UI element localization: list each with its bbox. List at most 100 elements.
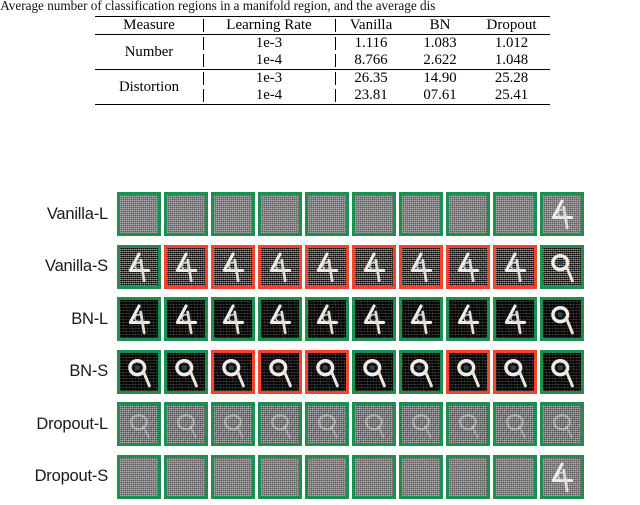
sample-cell[interactable]: [399, 454, 443, 499]
table-bottom-rule: [95, 104, 550, 105]
sample-cell[interactable]: [493, 402, 537, 447]
sample-cell[interactable]: [211, 402, 255, 447]
figure-caption: : Average number of classification regio…: [0, 0, 436, 13]
sample-cell[interactable]: [117, 244, 161, 289]
sample-cell[interactable]: [258, 192, 302, 237]
sample-image: [120, 405, 158, 444]
sample-image: [261, 405, 299, 444]
sample-cell[interactable]: [164, 297, 208, 342]
sample-cell[interactable]: [352, 244, 396, 289]
sample-image: [214, 405, 252, 444]
sample-cell[interactable]: [164, 244, 208, 289]
sample-cell[interactable]: [117, 402, 161, 447]
header-measure: Measure: [123, 17, 175, 33]
sample-cell[interactable]: [446, 454, 490, 499]
sample-image: [120, 352, 158, 391]
sample-cell[interactable]: [399, 297, 443, 342]
table-row: Distortion 1e-3 26.35 14.90 25.28: [95, 70, 550, 95]
sample-cell[interactable]: [540, 192, 584, 237]
sample-cell[interactable]: [305, 244, 349, 289]
sample-cell[interactable]: [164, 349, 208, 394]
cell-dropout: 25.28: [494, 70, 529, 86]
sample-cell[interactable]: [493, 192, 537, 237]
sample-cell[interactable]: [211, 192, 255, 237]
cell-bn: 1.083: [423, 35, 457, 51]
cell-vanilla: 1.116: [335, 35, 407, 53]
sample-image: [214, 457, 252, 496]
grid-row: BN-S: [0, 346, 640, 399]
sample-cell[interactable]: [540, 402, 584, 447]
sample-cell[interactable]: [258, 402, 302, 447]
cell-lr: 1e-4: [203, 87, 335, 105]
sample-cell[interactable]: [540, 454, 584, 499]
sample-cell[interactable]: [117, 297, 161, 342]
sample-image: [308, 247, 346, 286]
sample-image: [261, 247, 299, 286]
sample-cell[interactable]: [164, 454, 208, 499]
sample-cell[interactable]: [399, 349, 443, 394]
sample-cell[interactable]: [305, 297, 349, 342]
sample-cell[interactable]: [211, 454, 255, 499]
cell-lr: 1e-3: [203, 35, 335, 53]
sample-cell[interactable]: [352, 297, 396, 342]
sample-cell[interactable]: [352, 192, 396, 237]
sample-image: [543, 405, 581, 444]
sample-cell[interactable]: [446, 349, 490, 394]
sample-image: [543, 195, 581, 234]
sample-image: [496, 457, 534, 496]
row-label-dropout-s: Dropout-S: [34, 467, 109, 486]
sample-cell[interactable]: [352, 349, 396, 394]
sample-cell[interactable]: [493, 297, 537, 342]
sample-image: [402, 300, 440, 339]
sample-cell[interactable]: [117, 454, 161, 499]
sample-cell[interactable]: [211, 297, 255, 342]
sample-cell[interactable]: [399, 402, 443, 447]
grid-row-cells: [115, 244, 584, 289]
sample-image: [543, 457, 581, 496]
sample-cell[interactable]: [258, 454, 302, 499]
sample-image: [355, 457, 393, 496]
sample-cell[interactable]: [305, 192, 349, 237]
sample-grid-figure: Vanilla-L Vanilla-S BN-L BN-S Dropout-L Dropo…: [0, 188, 640, 505]
sample-image: [261, 195, 299, 234]
sample-cell[interactable]: [446, 244, 490, 289]
sample-cell[interactable]: [540, 349, 584, 394]
sample-cell[interactable]: [117, 349, 161, 394]
sample-cell[interactable]: [352, 402, 396, 447]
sample-image: [355, 300, 393, 339]
grid-row: Dropout-S: [0, 451, 640, 504]
grid-row: BN-L: [0, 293, 640, 346]
cell-dropout: 1.012: [494, 35, 529, 51]
sample-cell[interactable]: [164, 192, 208, 237]
sample-cell[interactable]: [305, 454, 349, 499]
sample-cell[interactable]: [211, 244, 255, 289]
sample-cell[interactable]: [211, 349, 255, 394]
sample-cell[interactable]: [352, 454, 396, 499]
grid-row-cells: [115, 402, 584, 447]
grid-row: Vanilla-S: [0, 241, 640, 294]
sample-cell[interactable]: [258, 297, 302, 342]
grid-row-cells: [115, 297, 584, 342]
sample-image: [261, 300, 299, 339]
sample-image: [543, 300, 581, 339]
sample-cell[interactable]: [117, 192, 161, 237]
sample-image: [355, 352, 393, 391]
sample-image: [120, 457, 158, 496]
sample-cell[interactable]: [258, 349, 302, 394]
sample-cell[interactable]: [540, 244, 584, 289]
sample-cell[interactable]: [399, 244, 443, 289]
sample-cell[interactable]: [399, 192, 443, 237]
sample-cell[interactable]: [446, 402, 490, 447]
sample-image: [167, 195, 205, 234]
sample-cell[interactable]: [493, 349, 537, 394]
sample-cell[interactable]: [305, 349, 349, 394]
sample-cell[interactable]: [164, 402, 208, 447]
sample-cell[interactable]: [446, 192, 490, 237]
sample-cell[interactable]: [493, 454, 537, 499]
sample-image: [355, 405, 393, 444]
sample-cell[interactable]: [258, 244, 302, 289]
sample-cell[interactable]: [493, 244, 537, 289]
sample-cell[interactable]: [305, 402, 349, 447]
sample-cell[interactable]: [446, 297, 490, 342]
sample-cell[interactable]: [540, 297, 584, 342]
